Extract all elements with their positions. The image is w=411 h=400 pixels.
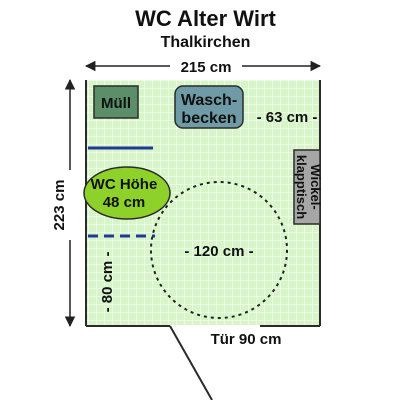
changing-table-label-line2: klapptisch <box>294 155 309 219</box>
door-width-label: Tür 90 cm <box>211 331 282 348</box>
turning-circle-label: - 120 cm - <box>184 243 253 260</box>
floor-plan-svg: 215 cm 223 cm Müll Wasch- becken - 63 cm… <box>51 57 323 400</box>
side-space-label: - 80 cm - <box>99 252 116 313</box>
toilet <box>83 166 171 220</box>
trash-bin-label: Müll <box>101 95 131 112</box>
floor-plan-diagram: WC Alter Wirt Thalkirchen 215 cm 223 cm <box>0 0 411 400</box>
sink-clearance-label: - 63 cm - <box>257 109 318 126</box>
width-dimension-label: 215 cm <box>181 59 232 76</box>
changing-table-label-line1: Wickel- <box>308 164 323 209</box>
toilet-label-line1: WC Höhe <box>91 176 158 193</box>
toilet-label-line2: 48 cm <box>103 194 146 211</box>
door-leaf <box>169 325 213 400</box>
sink-label-line2: becken <box>181 110 236 127</box>
depth-dimension-label: 223 cm <box>51 180 68 231</box>
sink-label-line1: Wasch- <box>181 92 237 109</box>
